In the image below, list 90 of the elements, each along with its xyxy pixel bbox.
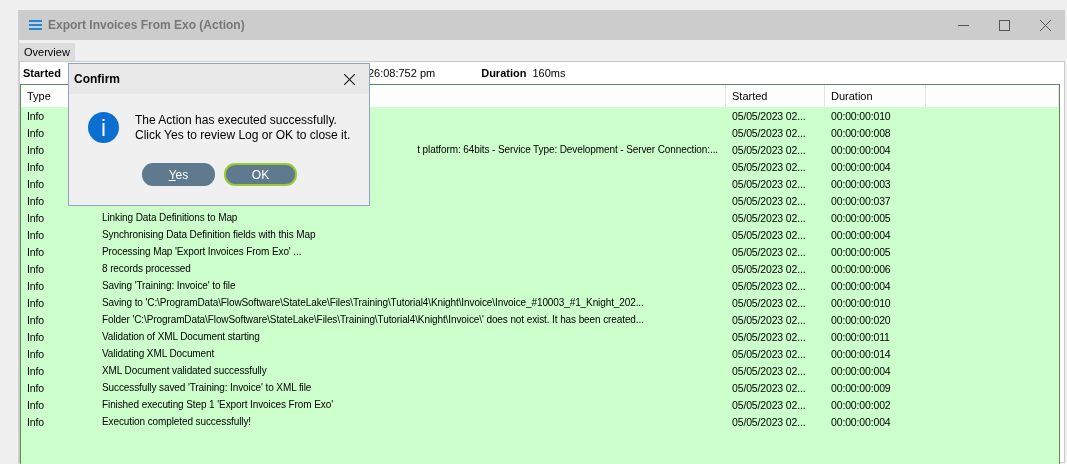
column-header[interactable]: Type xyxy=(27,90,51,102)
table-cell-text: Info xyxy=(26,415,45,428)
table-cell-text: Processing Map 'Export Invoices From Exo' ... xyxy=(101,246,302,257)
table-cell-text: Info xyxy=(26,177,45,190)
dialog-button[interactable]: Yes xyxy=(142,163,215,186)
table-cell-text: Info xyxy=(26,313,45,326)
table-cell-text: Info xyxy=(26,194,45,207)
table-cell-text: Info xyxy=(26,245,45,258)
table-cell-text: Validation of XML Document starting xyxy=(101,331,260,342)
table-cell-text: Info xyxy=(26,381,45,394)
started-label: Started xyxy=(23,67,61,79)
table-cell-text: 00:00:00:010 xyxy=(830,109,892,122)
window-title: Export Invoices From Exo (Action) xyxy=(48,18,245,32)
table-cell-text: 05/05/2023 02... xyxy=(731,160,807,173)
table-cell-text: Info xyxy=(26,109,45,122)
table-cell-text: Folder 'C:\ProgramData\FlowSoftware\StateLake\Files\Training\Tutorial4\Knight\Invoice\' does not exist. It has been created... xyxy=(101,314,644,325)
table-cell-text: Execution completed successfully! xyxy=(101,416,251,427)
table-cell-text: 05/05/2023 02... xyxy=(731,296,807,309)
table-cell-text: 05/05/2023 02... xyxy=(731,381,807,394)
table-cell-text: Saving to 'C:\ProgramData\FlowSoftware\StateLake\Files\Training\Tutorial4\Knight\Invoice\Invoice_#10003_#1_Knight_202... xyxy=(101,297,644,308)
table-cell-text: Validating XML Document xyxy=(101,348,215,359)
table-cell-text: 00:00:00:037 xyxy=(830,194,892,207)
table-cell-text: Info xyxy=(26,143,45,156)
table-cell-text: 05/05/2023 02... xyxy=(731,398,807,411)
table-cell-text: 05/05/2023 02... xyxy=(731,415,807,428)
table-cell-text: 05/05/2023 02... xyxy=(731,330,807,343)
table-cell-text: 05/05/2023 02... xyxy=(731,262,807,275)
table-cell-text: 00:00:00:005 xyxy=(830,211,892,224)
table-cell-text: Successfully saved 'Training: Invoice' to XML file xyxy=(101,382,312,393)
maximize-icon[interactable] xyxy=(999,19,1010,31)
table-cell-text: 05/05/2023 02... xyxy=(731,313,807,326)
app-icon xyxy=(29,20,42,30)
minimize-icon[interactable] xyxy=(958,24,969,26)
table-cell-text: Info xyxy=(26,279,45,292)
table-cell-text: 00:00:00:010 xyxy=(830,296,892,309)
overview-tab[interactable]: Overview xyxy=(19,43,75,61)
table-cell-text: Info xyxy=(26,211,45,224)
table-cell-text: Info xyxy=(26,347,45,360)
table-cell-text: 00:00:00:004 xyxy=(830,160,892,173)
dialog-button[interactable]: OK xyxy=(224,163,297,186)
table-cell-text: 05/05/2023 02... xyxy=(731,177,807,190)
table-cell-text: Info xyxy=(26,398,45,411)
info-icon xyxy=(88,112,119,143)
table-cell-text: 00:00:00:011 xyxy=(830,330,891,343)
table-cell-text: 00:00:00:004 xyxy=(830,143,892,156)
table-cell-text: Info xyxy=(26,228,45,241)
table-cell-text: Info xyxy=(26,160,45,173)
table-cell-text: 05/05/2023 02... xyxy=(731,347,807,360)
table-cell-text: Finished executing Step 1 'Export Invoices From Exo' xyxy=(101,399,333,410)
close-icon[interactable] xyxy=(344,73,355,85)
table-cell-text: 00:00:00:003 xyxy=(830,177,892,190)
table-cell-text: Info xyxy=(26,364,45,377)
started-value: 26:08:752 pm xyxy=(367,67,436,79)
table-cell-text: 05/05/2023 02... xyxy=(731,143,807,156)
table-cell-text: 00:00:00:004 xyxy=(830,364,892,377)
table-cell-text: 00:00:00:004 xyxy=(830,228,892,241)
duration-value: 160ms xyxy=(532,67,566,79)
table-cell-text: 05/05/2023 02... xyxy=(731,126,807,139)
table-cell-text: Info xyxy=(26,126,45,139)
table-cell-text: 05/05/2023 02... xyxy=(731,279,807,292)
table-cell-text: 05/05/2023 02... xyxy=(731,228,807,241)
table-cell-text: Info xyxy=(26,296,45,309)
dialog-title: Confirm xyxy=(74,72,120,86)
table-cell-text: Info xyxy=(26,330,45,343)
table-cell-text: 00:00:00:004 xyxy=(830,279,892,292)
table-cell-text: 00:00:00:008 xyxy=(830,126,892,139)
table-cell-text: XML Document validated successfully xyxy=(101,365,267,376)
table-cell-text: 05/05/2023 02... xyxy=(731,109,807,122)
table-cell-text: 00:00:00:002 xyxy=(830,398,892,411)
table-cell-text: 00:00:00:009 xyxy=(830,381,892,394)
table-cell-text: Info xyxy=(26,262,45,275)
dialog-message: Click Yes to review Log or OK to close it. xyxy=(135,128,351,143)
table-cell-text: 8 records processed xyxy=(101,263,191,274)
table-cell-text: t platform: 64bits - Service Type: Development - Server Connection:... xyxy=(416,144,719,155)
table-cell-text: 00:00:00:020 xyxy=(830,313,892,326)
duration-label: Duration xyxy=(481,67,527,79)
table-cell-text: 05/05/2023 02... xyxy=(731,211,807,224)
dialog-message: The Action has executed successfully. xyxy=(135,113,338,128)
table-cell-text: 00:00:00:004 xyxy=(830,415,892,428)
table-cell-text: 00:00:00:005 xyxy=(830,245,892,258)
column-header[interactable]: Started xyxy=(732,90,768,102)
table-cell-text: 05/05/2023 02... xyxy=(731,364,807,377)
table-cell-text: 05/05/2023 02... xyxy=(731,194,807,207)
table-cell-text: Linking Data Definitions to Map xyxy=(101,212,238,223)
column-header[interactable]: Duration xyxy=(831,90,873,102)
table-cell-text: 00:00:00:014 xyxy=(830,347,892,360)
table-cell-text: 00:00:00:006 xyxy=(830,262,892,275)
table-cell-text: Saving 'Training: Invoice' to file xyxy=(101,280,236,291)
table-cell-text: Synchronising Data Definition fields with this Map xyxy=(101,229,316,240)
table-cell-text: 05/05/2023 02... xyxy=(731,245,807,258)
